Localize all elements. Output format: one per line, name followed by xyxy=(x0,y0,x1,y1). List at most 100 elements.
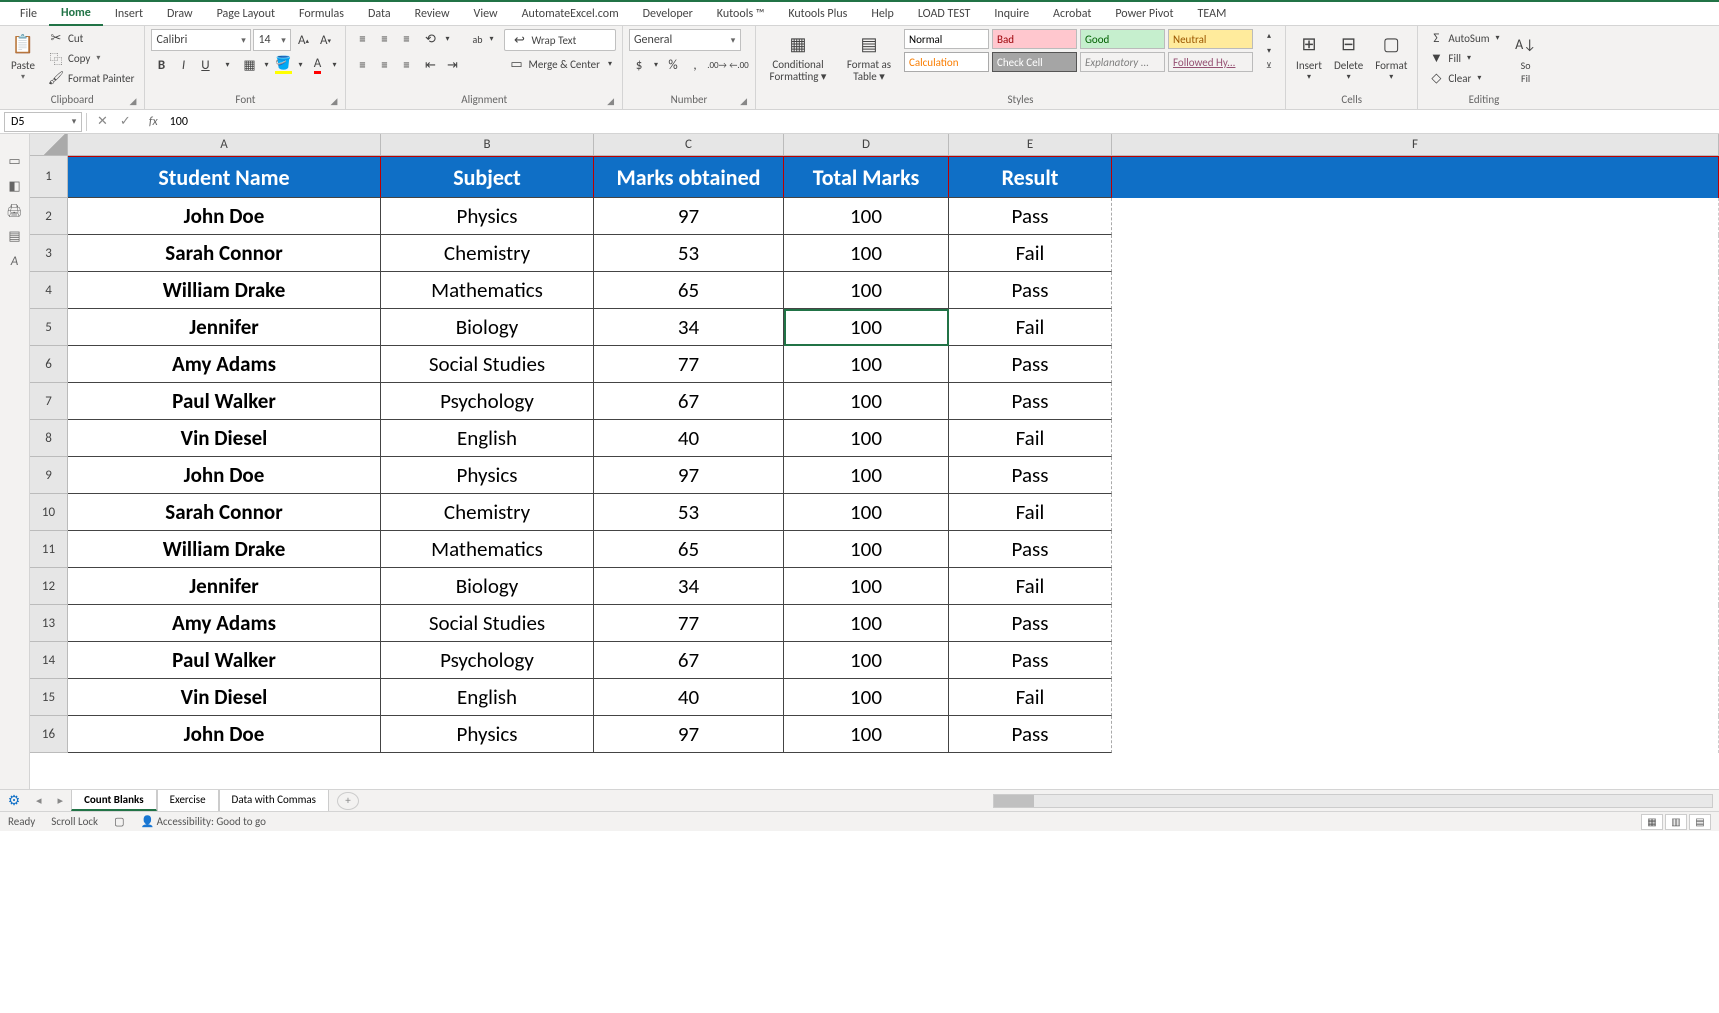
ribbon-tab-kutools-plus[interactable]: Kutools Plus xyxy=(776,3,859,25)
data-cell[interactable]: 53 xyxy=(594,494,784,531)
col-header-D[interactable]: D xyxy=(784,134,949,156)
italic-button[interactable]: I xyxy=(173,55,193,75)
comma-button[interactable]: , xyxy=(685,55,705,75)
paste-button[interactable]: 📋 Paste ▾ xyxy=(6,29,40,84)
ribbon-tab-insert[interactable]: Insert xyxy=(103,3,155,25)
orientation-button[interactable]: ⟲ xyxy=(420,29,440,49)
sort-filter-button[interactable]: A↓ SoFil xyxy=(1508,29,1544,87)
format-painter-button[interactable]: 🖌Format Painter xyxy=(44,69,138,87)
data-cell[interactable]: 100 xyxy=(784,642,949,679)
ribbon-tab-automateexcel-com[interactable]: AutomateExcel.com xyxy=(510,3,631,25)
cell-styles-gallery[interactable]: NormalBadGoodNeutralCalculationCheck Cel… xyxy=(904,29,1253,72)
data-cell[interactable]: English xyxy=(381,679,594,716)
autosum-button[interactable]: ΣAutoSum▾ xyxy=(1424,29,1503,47)
formula-input[interactable] xyxy=(166,112,1719,132)
sheet-nav-prev[interactable]: ◂ xyxy=(28,794,50,807)
ribbon-tab-page-layout[interactable]: Page Layout xyxy=(205,3,287,25)
data-cell[interactable]: Paul Walker xyxy=(68,383,381,420)
row-header-10[interactable]: 10 xyxy=(30,494,68,531)
data-cell[interactable]: 100 xyxy=(784,272,949,309)
data-cell[interactable]: Biology xyxy=(381,309,594,346)
clear-button[interactable]: ◇Clear▾ xyxy=(1424,69,1503,87)
fill-button[interactable]: ▼Fill▾ xyxy=(1424,49,1503,67)
data-cell[interactable]: 40 xyxy=(594,679,784,716)
row-header-15[interactable]: 15 xyxy=(30,679,68,716)
data-cell[interactable]: Pass xyxy=(949,198,1112,235)
ribbon-tab-load-test[interactable]: LOAD TEST xyxy=(906,3,983,25)
font-color-button[interactable]: A xyxy=(307,55,327,75)
border-button[interactable]: ▦ xyxy=(239,55,259,75)
ribbon-tab-file[interactable]: File xyxy=(8,3,49,25)
data-cell[interactable]: Amy Adams xyxy=(68,605,381,642)
row-header-5[interactable]: 5 xyxy=(30,309,68,346)
ribbon-tab-home[interactable]: Home xyxy=(49,2,103,26)
row-header-6[interactable]: 6 xyxy=(30,346,68,383)
ribbon-tab-power-pivot[interactable]: Power Pivot xyxy=(1103,3,1185,25)
ribbon-tab-formulas[interactable]: Formulas xyxy=(287,3,356,25)
data-cell[interactable]: 97 xyxy=(594,716,784,753)
cut-button[interactable]: ✂Cut xyxy=(44,29,138,47)
normal-view-button[interactable]: ▦ xyxy=(1641,814,1663,830)
data-cell[interactable]: Pass xyxy=(949,457,1112,494)
header-cell[interactable]: Student Name xyxy=(68,156,381,198)
gutter-icon-3[interactable]: 🖨 xyxy=(6,204,23,219)
row-header-13[interactable]: 13 xyxy=(30,605,68,642)
ribbon-tab-kutools-[interactable]: Kutools ™ xyxy=(705,3,777,25)
number-launcher[interactable]: ◢ xyxy=(740,96,747,107)
data-cell[interactable]: Jennifer xyxy=(68,309,381,346)
data-cell[interactable]: 97 xyxy=(594,198,784,235)
data-cell[interactable]: Sarah Connor xyxy=(68,494,381,531)
fill-color-button[interactable]: 🪣 xyxy=(273,55,293,75)
align-middle-button[interactable]: ≡ xyxy=(374,29,394,49)
gutter-icon-1[interactable]: ▭ xyxy=(8,154,20,169)
cell-style-check-cell[interactable]: Check Cell xyxy=(992,52,1077,72)
sheet-nav-next[interactable]: ▸ xyxy=(50,794,72,807)
align-top-button[interactable]: ≡ xyxy=(352,29,372,49)
ribbon-tab-acrobat[interactable]: Acrobat xyxy=(1041,3,1103,25)
align-center-button[interactable]: ≡ xyxy=(374,55,394,75)
data-cell[interactable]: Pass xyxy=(949,383,1112,420)
font-name-combo[interactable]: Calibri▾ xyxy=(151,29,251,51)
row-header-11[interactable]: 11 xyxy=(30,531,68,568)
styles-down-button[interactable]: ▾ xyxy=(1259,44,1279,57)
data-cell[interactable]: 100 xyxy=(784,568,949,605)
data-cell[interactable]: Amy Adams xyxy=(68,346,381,383)
merge-center-button[interactable]: ▭Merge & Center▾ xyxy=(504,55,616,73)
data-cell[interactable]: Social Studies xyxy=(381,605,594,642)
format-as-table-button[interactable]: ▤ Format asTable ▾ xyxy=(838,29,900,85)
copy-button[interactable]: ⿻Copy▾ xyxy=(44,49,138,67)
horizontal-scrollbar[interactable] xyxy=(993,794,1713,808)
cell-style-followed-hy-[interactable]: Followed Hy... xyxy=(1168,52,1253,72)
settings-gear-icon[interactable]: ⚙ xyxy=(0,792,28,809)
data-cell[interactable]: Pass xyxy=(949,642,1112,679)
ribbon-tab-help[interactable]: Help xyxy=(859,3,906,25)
decrease-decimal-button[interactable]: ←.00 xyxy=(729,55,749,75)
row-header-2[interactable]: 2 xyxy=(30,198,68,235)
conditional-formatting-button[interactable]: ▦ ConditionalFormatting ▾ xyxy=(762,29,834,85)
fx-button[interactable]: fx xyxy=(141,115,166,129)
gutter-icon-2[interactable]: ◧ xyxy=(8,179,20,194)
select-all-corner[interactable] xyxy=(30,134,68,156)
accounting-button[interactable]: $ xyxy=(629,55,649,75)
data-cell[interactable]: Pass xyxy=(949,716,1112,753)
increase-decimal-button[interactable]: .00→ xyxy=(707,55,727,75)
data-cell[interactable]: 100 xyxy=(784,605,949,642)
row-header-16[interactable]: 16 xyxy=(30,716,68,753)
data-cell[interactable]: John Doe xyxy=(68,198,381,235)
data-cell[interactable]: Psychology xyxy=(381,383,594,420)
data-cell[interactable]: 53 xyxy=(594,235,784,272)
cell-style-bad[interactable]: Bad xyxy=(992,29,1077,49)
data-cell[interactable]: 100 xyxy=(784,198,949,235)
header-cell[interactable]: Marks obtained xyxy=(594,156,784,198)
clipboard-launcher[interactable]: ◢ xyxy=(130,96,137,107)
wrap-text-button[interactable]: ↩Wrap Text xyxy=(504,29,616,51)
row-header-1[interactable]: 1 xyxy=(30,156,68,198)
row-header-7[interactable]: 7 xyxy=(30,383,68,420)
data-cell[interactable]: Biology xyxy=(381,568,594,605)
col-header-E[interactable]: E xyxy=(949,134,1112,156)
data-cell[interactable]: 34 xyxy=(594,309,784,346)
gutter-icon-4[interactable]: ▤ xyxy=(8,229,20,244)
worksheet[interactable]: A B C D E F 1Student NameSubjectMarks ob… xyxy=(30,134,1719,789)
data-cell[interactable]: Fail xyxy=(949,309,1112,346)
data-cell[interactable]: 100 xyxy=(784,457,949,494)
